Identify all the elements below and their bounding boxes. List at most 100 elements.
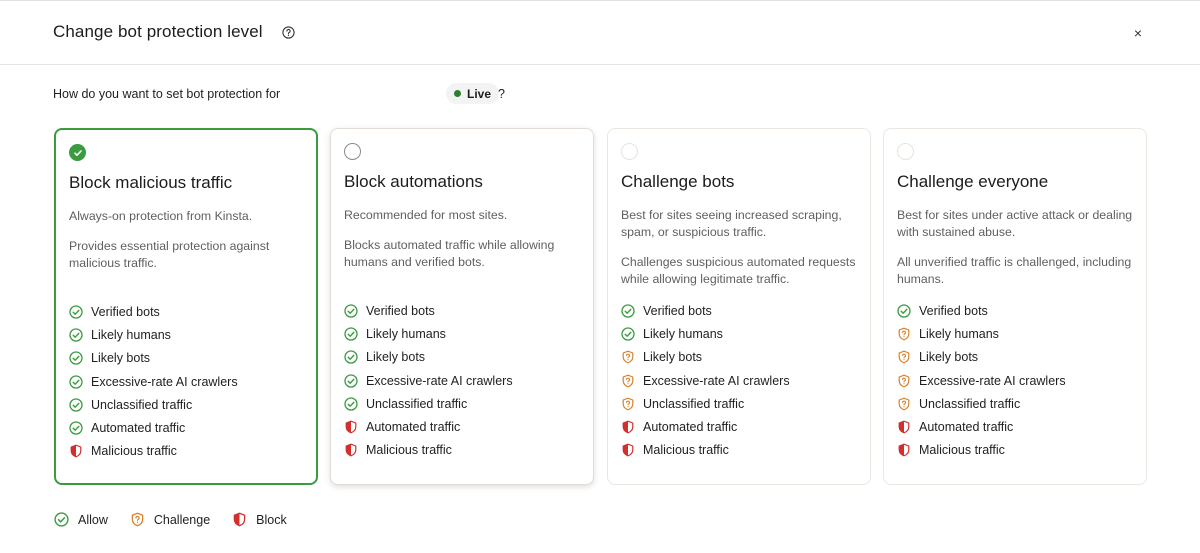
traffic-rule: Likely humans xyxy=(344,322,513,345)
shield-question-icon xyxy=(897,397,911,411)
traffic-rule: Unclassified traffic xyxy=(897,392,1066,415)
shield-half-icon xyxy=(897,420,911,434)
traffic-rule-label: Likely bots xyxy=(366,350,426,365)
shield-half-icon xyxy=(344,443,358,457)
option-detail: Challenges suspicious automated requests… xyxy=(621,255,856,286)
legend-block-label: Block xyxy=(256,512,287,527)
change-bot-protection-dialog: Change bot protection level × How do you… xyxy=(0,0,1200,553)
environment-label: Live xyxy=(467,86,492,101)
traffic-rule-label: Excessive-rate AI crawlers xyxy=(91,374,238,389)
shield-half-icon xyxy=(344,420,358,434)
live-status-dot-icon xyxy=(454,90,461,97)
radio-button[interactable] xyxy=(621,143,638,160)
traffic-rule-label: Excessive-rate AI crawlers xyxy=(643,373,790,388)
traffic-rule-label: Likely humans xyxy=(643,326,723,341)
close-button[interactable]: × xyxy=(1129,24,1147,42)
traffic-rule-list: Verified bots Likely humans Likely bots Exc… xyxy=(344,299,513,462)
shield-question-icon xyxy=(897,350,911,364)
option-detail: Blocks automated traffic while allowing … xyxy=(344,238,555,269)
option-summary: Recommended for most sites. xyxy=(344,208,508,222)
shield-question-icon xyxy=(130,512,145,527)
traffic-rule-label: Malicious traffic xyxy=(919,443,1005,458)
shield-question-icon xyxy=(897,374,911,388)
traffic-rule: Unclassified traffic xyxy=(344,392,513,415)
shield-half-icon xyxy=(69,444,83,458)
traffic-rule: Excessive-rate AI crawlers xyxy=(344,369,513,392)
traffic-rule: Excessive-rate AI crawlers xyxy=(621,369,790,392)
check-circle-icon xyxy=(344,350,358,364)
option-summary: Best for sites under active attack or de… xyxy=(897,208,1133,239)
check-circle-icon xyxy=(344,397,358,411)
check-circle-icon xyxy=(897,303,911,318)
check-circle-icon xyxy=(54,512,69,527)
option-card-3[interactable]: Challenge bots Best for sites seeing incr… xyxy=(607,128,871,485)
traffic-rule-label: Automated traffic xyxy=(366,420,461,435)
shield-half-icon xyxy=(621,420,635,434)
option-title: Block automations xyxy=(344,172,483,191)
check-circle-icon xyxy=(69,351,83,365)
traffic-rule: Malicious traffic xyxy=(621,439,790,462)
radio-checked-icon[interactable] xyxy=(69,144,86,161)
traffic-rule: Automated traffic xyxy=(621,415,790,438)
traffic-rule-list: Verified bots Likely humans Likely bots Exc… xyxy=(621,299,790,462)
option-summary: Always-on protection from Kinsta. xyxy=(69,209,253,223)
option-title: Challenge everyone xyxy=(897,172,1049,191)
question-mark: ? xyxy=(498,87,505,101)
traffic-rule-label: Likely humans xyxy=(366,326,446,341)
option-title: Block malicious traffic xyxy=(69,173,233,192)
check-circle-icon xyxy=(69,398,83,412)
legend: Allow Challenge Block xyxy=(54,512,309,527)
traffic-rule-label: Excessive-rate AI crawlers xyxy=(366,373,513,388)
traffic-rule-label: Likely bots xyxy=(91,351,151,366)
shield-question-icon xyxy=(621,397,635,411)
traffic-rule-label: Likely humans xyxy=(919,326,999,341)
shield-question-icon xyxy=(621,374,635,388)
traffic-rule: Malicious traffic xyxy=(897,439,1066,462)
traffic-rule-label: Unclassified traffic xyxy=(919,396,1021,411)
option-card-4[interactable]: Challenge everyone Best for sites under a… xyxy=(883,128,1147,485)
radio-button[interactable] xyxy=(897,143,914,160)
traffic-rule-label: Verified bots xyxy=(919,303,988,318)
traffic-rule-label: Likely humans xyxy=(91,327,171,342)
traffic-rule-list: Verified bots Likely humans Likely bots Exc… xyxy=(69,300,238,463)
traffic-rule-label: Malicious traffic xyxy=(643,443,729,458)
traffic-rule: Likely humans xyxy=(621,322,790,345)
traffic-rule-label: Excessive-rate AI crawlers xyxy=(919,373,1066,388)
traffic-rule-label: Unclassified traffic xyxy=(366,396,468,411)
traffic-rule-label: Verified bots xyxy=(366,303,435,318)
traffic-rule: Likely humans xyxy=(69,323,238,346)
dialog-header: Change bot protection level × xyxy=(0,1,1200,65)
check-circle-icon xyxy=(344,373,358,388)
option-detail: All unverified traffic is challenged, in… xyxy=(897,255,1132,286)
legend-challenge: Challenge xyxy=(130,512,210,527)
check-circle-icon xyxy=(344,303,358,318)
traffic-rule: Malicious traffic xyxy=(344,439,513,462)
shield-question-icon xyxy=(897,327,911,341)
option-card-2[interactable]: Block automations Recommended for most si… xyxy=(330,128,594,485)
legend-block: Block xyxy=(232,512,287,527)
help-icon[interactable] xyxy=(282,26,295,39)
traffic-rule: Unclassified traffic xyxy=(69,393,238,416)
option-card-1[interactable]: Block malicious traffic Always-on protect… xyxy=(54,128,318,485)
radio-button[interactable] xyxy=(344,143,361,160)
traffic-rule: Excessive-rate AI crawlers xyxy=(897,369,1066,392)
traffic-rule-label: Automated traffic xyxy=(643,420,738,435)
shield-half-icon xyxy=(621,443,635,457)
shield-half-icon xyxy=(897,443,911,457)
legend-allow-label: Allow xyxy=(78,512,108,527)
traffic-rule: Likely bots xyxy=(69,347,238,370)
environment-badge: Live xyxy=(446,83,500,104)
traffic-rule-label: Unclassified traffic xyxy=(91,397,193,412)
shield-question-icon xyxy=(621,350,635,364)
traffic-rule-label: Automated traffic xyxy=(919,420,1014,435)
traffic-rule-label: Verified bots xyxy=(643,303,712,318)
traffic-rule-label: Likely bots xyxy=(919,350,979,365)
dialog-title: Change bot protection level xyxy=(53,22,263,41)
option-summary: Best for sites seeing increased scraping… xyxy=(621,208,842,239)
check-circle-icon xyxy=(621,303,635,318)
option-title: Challenge bots xyxy=(621,172,735,191)
traffic-rule-label: Verified bots xyxy=(91,304,160,319)
check-circle-icon xyxy=(69,304,83,319)
close-icon: × xyxy=(1133,25,1143,41)
legend-allow: Allow xyxy=(54,512,108,527)
